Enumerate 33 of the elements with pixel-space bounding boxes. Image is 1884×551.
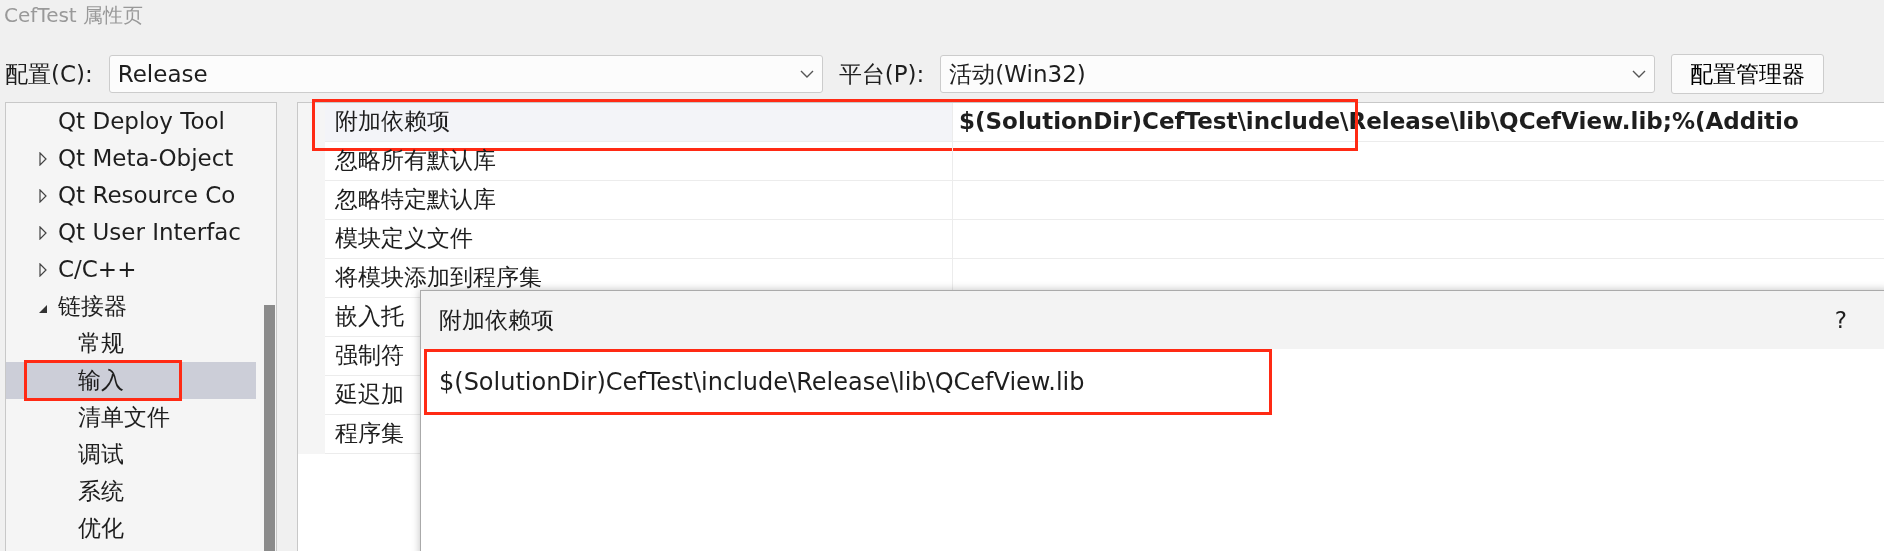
collapse-triangle-icon[interactable] <box>38 304 48 314</box>
expand-triangle-icon[interactable] <box>39 263 47 277</box>
text-line[interactable]: $(SolutionDir)CefTest\include\Release\lib\QCefView.lib <box>439 360 1093 404</box>
help-button[interactable]: ? <box>1834 302 1847 338</box>
field-label: 平台(P): <box>838 59 925 89</box>
tree-item[interactable]: 清单文件 <box>6 399 256 436</box>
scrollbar-thumb[interactable] <box>264 305 275 551</box>
expand-triangle-icon[interactable] <box>39 189 47 203</box>
tree-item[interactable]: Qt User Interfac <box>6 214 256 251</box>
tree-item[interactable]: 系统 <box>6 473 256 510</box>
dialog-title: 附加依赖项 <box>439 305 554 335</box>
property-name[interactable]: 模块定义文件 <box>325 220 953 259</box>
tree-item[interactable]: 链接器 <box>6 288 256 325</box>
tree-item[interactable]: Qt Deploy Tool <box>6 103 256 140</box>
property-name[interactable]: 忽略所有默认库 <box>325 142 953 181</box>
tree-item[interactable]: C/C++ <box>6 251 256 288</box>
window-title: CefTest 属性页 <box>3 2 145 29</box>
configuration-dropdown[interactable]: Release <box>108 55 823 93</box>
field-label: 配置(C): <box>5 59 93 89</box>
tree-item[interactable]: 常规 <box>6 325 256 362</box>
expand-triangle-icon[interactable] <box>39 152 47 166</box>
tree-item[interactable]: 调试 <box>6 436 256 473</box>
chevron-down-icon <box>799 69 814 79</box>
tree-item[interactable]: 优化 <box>6 510 256 547</box>
property-name[interactable]: 附加依赖项 <box>325 103 953 142</box>
tree-item[interactable]: 输入 <box>6 362 256 399</box>
tree-item[interactable]: Qt Meta-Object <box>6 140 256 177</box>
tree-item[interactable]: Qt Resource Co <box>6 177 256 214</box>
property-name[interactable]: 忽略特定默认库 <box>325 181 953 220</box>
expand-triangle-icon[interactable] <box>39 226 47 240</box>
platform-dropdown[interactable]: 活动(Win32) <box>940 55 1656 93</box>
chevron-down-icon <box>1632 69 1647 79</box>
config-manager-button[interactable]: 配置管理器 <box>1671 54 1825 94</box>
